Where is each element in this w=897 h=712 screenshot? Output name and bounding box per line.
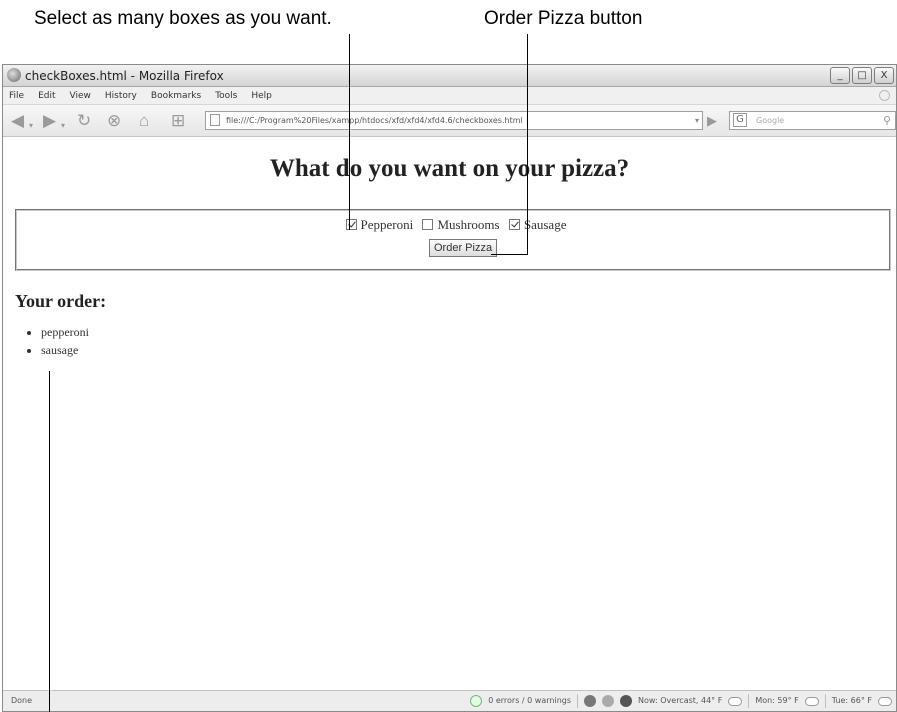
home-icon[interactable]: ⌂ <box>139 112 149 129</box>
validator-icon[interactable] <box>470 695 483 707</box>
toppings-checkboxes: Pepperoni Mushrooms Sausage <box>17 217 889 233</box>
close-button[interactable]: X <box>874 67 894 84</box>
order-list: pepperoni sausage <box>23 325 89 361</box>
weather-tue: Tue: 66° F <box>831 696 872 705</box>
sausage-label[interactable]: Sausage <box>524 217 567 232</box>
pepperoni-checkbox[interactable] <box>345 219 357 230</box>
address-dropdown-icon[interactable]: ▾ <box>695 112 699 129</box>
back-icon[interactable]: ◀ <box>11 112 24 129</box>
button-callout: Order Pizza button <box>484 8 643 29</box>
list-item: pepperoni <box>41 325 89 340</box>
cloud-icon <box>878 696 892 706</box>
gear-icon[interactable] <box>602 695 615 707</box>
order-heading: Your order: <box>15 291 107 311</box>
back-dropdown-icon[interactable]: ▾ <box>29 117 33 134</box>
sausage-checkbox[interactable] <box>508 219 520 230</box>
firefox-icon <box>7 68 21 82</box>
order-list-callout-line <box>49 371 50 712</box>
address-text: file:///C:/Program%20Files/xampp/htdocs/… <box>226 116 523 125</box>
cloud-icon <box>728 696 743 706</box>
button-callout-line <box>527 34 528 255</box>
menu-tools[interactable]: Tools <box>215 91 237 101</box>
maximize-button[interactable]: □ <box>852 67 872 84</box>
menu-bookmarks[interactable]: Bookmarks <box>151 91 201 101</box>
toppings-fieldset: Pepperoni Mushrooms Sausage Order Pizza <box>15 209 891 271</box>
checkboxes-callout: Select as many boxes as you want. <box>34 8 332 29</box>
mushrooms-checkbox[interactable] <box>422 219 434 230</box>
menu-view[interactable]: View <box>70 91 91 101</box>
menu-file[interactable]: File <box>9 91 24 101</box>
globe-icon[interactable] <box>620 695 633 707</box>
error-count[interactable]: 0 errors / 0 warnings <box>488 691 571 711</box>
reload-icon[interactable]: ↻ <box>77 112 91 129</box>
menu-bar: File Edit View History Bookmarks Tools H… <box>3 87 896 105</box>
mushrooms-label[interactable]: Mushrooms <box>437 217 499 232</box>
stop-icon[interactable]: ⊗ <box>107 112 121 129</box>
status-bar: Done 0 errors / 0 warnings Now: Overcast… <box>3 690 896 711</box>
title-bar: checkBoxes.html - Mozilla Firefox _ □ X <box>3 65 896 87</box>
search-input[interactable]: G Google ⚲ <box>729 111 896 130</box>
status-text: Done <box>11 696 33 705</box>
list-item: sausage <box>41 343 89 358</box>
weather-mon: Mon: 59° F <box>755 696 799 705</box>
browser-window: checkBoxes.html - Mozilla Firefox _ □ X … <box>2 64 897 712</box>
order-pizza-button[interactable]: Order Pizza <box>429 239 498 257</box>
activity-throbber-icon <box>879 90 890 101</box>
forward-icon[interactable]: ▶ <box>43 112 56 129</box>
search-placeholder: Google <box>756 116 785 125</box>
button-callout-line-horizontal <box>491 254 528 255</box>
page-heading: What do you want on your pizza? <box>269 155 630 182</box>
cloud-icon <box>804 696 819 706</box>
go-icon[interactable]: ▶ <box>707 113 717 129</box>
checkboxes-callout-line <box>349 34 350 230</box>
minimize-button[interactable]: _ <box>830 67 850 84</box>
menu-history[interactable]: History <box>105 91 137 101</box>
navigation-toolbar: ◀ ▾ ▶ ▾ ↻ ⊗ ⌂ ⊞ file:///C:/Program%20Fil… <box>3 105 896 137</box>
menu-help[interactable]: Help <box>251 91 272 101</box>
page-content: What do you want on your pizza? Pepperon… <box>3 139 896 687</box>
menu-edit[interactable]: Edit <box>38 91 55 101</box>
search-engine-icon[interactable]: G <box>733 113 747 127</box>
page-icon <box>210 114 220 126</box>
address-bar[interactable]: file:///C:/Program%20Files/xampp/htdocs/… <box>205 111 703 130</box>
search-icon[interactable]: ⚲ <box>883 112 891 129</box>
window-title: checkBoxes.html - Mozilla Firefox <box>25 69 224 83</box>
addon-icon[interactable] <box>584 695 597 707</box>
weather-now: Now: Overcast, 44° F <box>638 696 723 705</box>
pepperoni-label[interactable]: Pepperoni <box>361 217 414 232</box>
new-tab-icon[interactable]: ⊞ <box>171 112 185 129</box>
forward-dropdown-icon[interactable]: ▾ <box>61 117 65 134</box>
